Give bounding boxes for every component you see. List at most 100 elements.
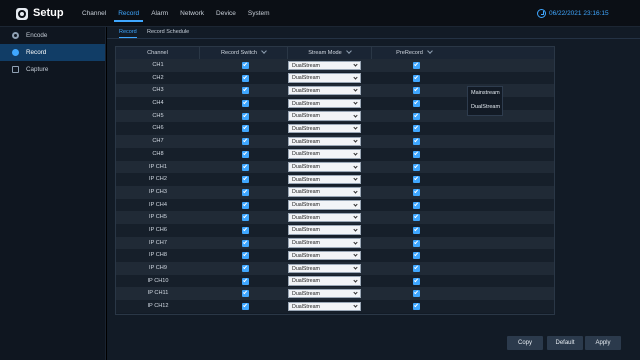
prerecord-checkbox[interactable] (413, 264, 420, 272)
header-stream-mode[interactable]: Stream Mode (288, 47, 372, 59)
record-switch-checkbox[interactable] (242, 302, 249, 311)
sidebar-item-record[interactable]: Record (0, 44, 105, 61)
prerecord-checkbox[interactable] (413, 61, 420, 69)
prerecord-checkbox[interactable] (413, 163, 420, 171)
tab-record[interactable]: Record (119, 27, 137, 38)
chevron-down-icon (353, 75, 358, 80)
record-switch-checkbox[interactable] (242, 99, 249, 108)
checkmark-icon (413, 264, 419, 270)
sidebar-item-encode[interactable]: Encode (0, 27, 105, 44)
stream-mode-select[interactable]: DualStream (288, 149, 361, 159)
table-row: IP CH10 DualStream (116, 274, 554, 288)
record-switch-checkbox[interactable] (242, 176, 249, 184)
stream-mode-select[interactable]: DualStream (288, 111, 361, 121)
record-switch-checkbox[interactable] (242, 150, 249, 158)
copy-button[interactable]: Copy (507, 336, 543, 350)
record-switch-checkbox[interactable] (242, 252, 249, 260)
record-switch-checkbox[interactable] (242, 74, 249, 82)
record-switch-checkbox[interactable] (242, 201, 249, 209)
stream-mode-select[interactable]: DualStream (288, 187, 361, 197)
menu-channel[interactable]: Channel (78, 0, 110, 22)
prerecord-checkbox[interactable] (413, 176, 420, 184)
prerecord-checkbox[interactable] (413, 137, 420, 146)
sidebar-item-capture[interactable]: Capture (0, 61, 105, 78)
stream-mode-select[interactable]: DualStream (288, 98, 361, 109)
menu-alarm[interactable]: Alarm (147, 0, 172, 22)
stream-mode-select[interactable]: DualStream (288, 250, 361, 261)
checkmark-icon (413, 150, 419, 155)
stream-mode-select[interactable]: DualStream (288, 225, 361, 235)
prerecord-checkbox[interactable] (413, 125, 420, 133)
record-icon (12, 49, 19, 56)
chevron-down-icon (353, 87, 358, 92)
chevron-down-icon (427, 48, 433, 54)
stream-mode-value: DualStream (292, 164, 320, 170)
dropdown-option-dualstream[interactable]: DualStream (468, 101, 502, 115)
prerecord-checkbox[interactable] (413, 74, 420, 82)
prerecord-checkbox[interactable] (413, 302, 420, 311)
prerecord-checkbox[interactable] (413, 252, 420, 260)
chevron-down-icon (353, 201, 358, 207)
record-switch-checkbox[interactable] (242, 125, 249, 133)
prerecord-checkbox[interactable] (413, 87, 420, 95)
record-switch-checkbox[interactable] (242, 61, 249, 69)
prerecord-checkbox[interactable] (413, 201, 420, 209)
channel-label: CH4 (152, 100, 164, 107)
channel-label: IP CH5 (149, 214, 167, 221)
stream-mode-select[interactable]: DualStream (288, 60, 361, 70)
record-switch-checkbox[interactable] (242, 277, 249, 285)
prerecord-checkbox[interactable] (413, 150, 420, 158)
prerecord-checkbox[interactable] (413, 112, 420, 120)
checkmark-icon (242, 112, 248, 117)
stream-mode-select[interactable]: DualStream (288, 200, 361, 210)
stream-mode-select[interactable]: DualStream (288, 238, 361, 248)
record-switch-checkbox[interactable] (242, 87, 249, 95)
menu-network[interactable]: Network (176, 0, 208, 22)
stream-mode-select[interactable]: DualStream (288, 174, 361, 185)
stream-mode-select[interactable]: DualStream (288, 162, 361, 172)
prerecord-checkbox[interactable] (413, 214, 420, 222)
stream-mode-select[interactable]: DualStream (288, 212, 361, 223)
stream-mode-select[interactable]: DualStream (288, 136, 361, 147)
apply-button[interactable]: Apply (585, 336, 621, 350)
dropdown-option-mainstream[interactable]: Mainstream (468, 87, 502, 101)
tab-record-schedule[interactable]: Record Schedule (147, 27, 189, 38)
checkmark-icon (242, 137, 248, 143)
prerecord-checkbox[interactable] (413, 99, 420, 108)
checkmark-icon (413, 214, 419, 219)
prerecord-checkbox[interactable] (413, 226, 420, 234)
header-record-switch[interactable]: Record Switch (200, 47, 288, 59)
checkmark-icon (242, 188, 248, 194)
record-switch-checkbox[interactable] (242, 163, 249, 171)
record-switch-checkbox[interactable] (242, 137, 249, 146)
channel-label: IP CH7 (149, 239, 167, 246)
menu-record[interactable]: Record (114, 0, 144, 22)
prerecord-checkbox[interactable] (413, 188, 420, 196)
stream-mode-select[interactable]: DualStream (288, 263, 361, 273)
stream-mode-value: DualStream (292, 125, 320, 132)
record-switch-checkbox[interactable] (242, 188, 249, 196)
menu-system[interactable]: System (244, 0, 274, 22)
stream-mode-select[interactable]: DualStream (288, 85, 361, 96)
stream-mode-select[interactable]: DualStream (288, 73, 361, 83)
record-switch-checkbox[interactable] (242, 239, 249, 247)
record-switch-checkbox[interactable] (242, 290, 249, 298)
channel-label: IP CH3 (149, 188, 167, 195)
header-prerecord[interactable]: PreRecord (372, 47, 456, 59)
channel-label: IP CH4 (149, 201, 167, 208)
record-switch-checkbox[interactable] (242, 226, 249, 234)
clock-text: 06/22/2021 23:16:15 (549, 10, 609, 17)
stream-mode-select[interactable]: DualStream (288, 276, 361, 286)
record-switch-checkbox[interactable] (242, 264, 249, 272)
stream-mode-select[interactable]: DualStream (288, 123, 361, 134)
stream-mode-select[interactable]: DualStream (288, 288, 361, 299)
record-switch-checkbox[interactable] (242, 214, 249, 222)
menu-device[interactable]: Device (212, 0, 240, 22)
prerecord-checkbox[interactable] (413, 239, 420, 247)
channel-label: CH6 (152, 125, 164, 132)
default-button[interactable]: Default (547, 336, 583, 350)
prerecord-checkbox[interactable] (413, 290, 420, 298)
record-switch-checkbox[interactable] (242, 112, 249, 120)
stream-mode-select[interactable]: DualStream (288, 301, 361, 312)
prerecord-checkbox[interactable] (413, 277, 420, 285)
